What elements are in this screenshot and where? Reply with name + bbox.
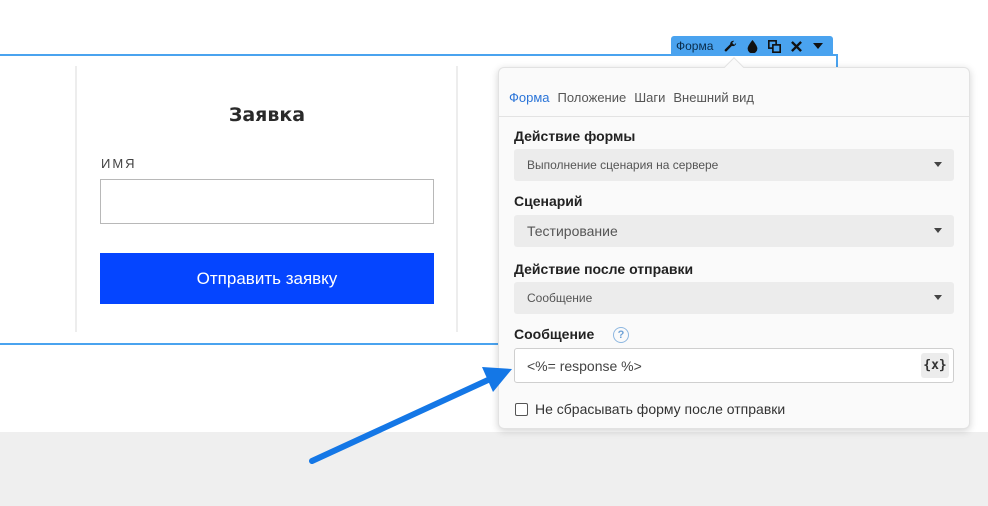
tab-position[interactable]: Положение <box>558 90 635 105</box>
block-selection-right-border <box>836 54 838 68</box>
after-submit-select[interactable]: Сообщение <box>514 282 954 314</box>
duplicate-icon[interactable] <box>763 36 785 56</box>
after-submit-value: Сообщение <box>527 291 593 305</box>
form-action-value: Выполнение сценария на сервере <box>527 158 719 172</box>
scenario-select[interactable]: Тестирование <box>514 215 954 247</box>
no-reset-label[interactable]: Не сбрасывать форму после отправки <box>535 401 785 417</box>
column-divider-right <box>456 66 458 332</box>
form-action-select[interactable]: Выполнение сценария на сервере <box>514 149 954 181</box>
form-title: Заявка <box>228 104 306 126</box>
form-action-label: Действие формы <box>514 128 636 144</box>
tab-appearance[interactable]: Внешний вид <box>673 90 762 105</box>
block-toolbar: Форма <box>671 36 834 56</box>
after-submit-label: Действие после отправки <box>514 261 694 277</box>
close-icon[interactable] <box>785 36 807 56</box>
wrench-icon[interactable] <box>719 36 741 56</box>
column-divider-left <box>75 66 77 332</box>
toolbar-label[interactable]: Форма <box>676 39 713 53</box>
drop-icon[interactable] <box>741 36 763 56</box>
message-value: <%= response %> <box>527 357 642 374</box>
settings-panel: Форма Положение Шаги Внешний вид Действи… <box>498 67 970 429</box>
panel-tabs: Форма Положение Шаги Внешний вид <box>509 90 762 105</box>
tabs-divider <box>499 116 969 117</box>
tab-steps[interactable]: Шаги <box>634 90 673 105</box>
name-field-label: ИМЯ <box>101 156 137 171</box>
caret-down-icon[interactable] <box>807 36 829 56</box>
chevron-down-icon <box>934 228 942 233</box>
insert-variable-button[interactable]: {x} <box>921 353 949 378</box>
scenario-value: Тестирование <box>527 223 618 239</box>
page-footer-band <box>0 432 988 506</box>
chevron-down-icon <box>934 295 942 300</box>
scenario-label: Сценарий <box>514 193 583 209</box>
chevron-down-icon <box>934 162 942 167</box>
message-input[interactable]: <%= response %> {x} <box>514 348 954 383</box>
message-label: Сообщение <box>514 326 595 342</box>
submit-request-button[interactable]: Отправить заявку <box>100 253 434 304</box>
tab-form[interactable]: Форма <box>509 90 558 105</box>
no-reset-checkbox[interactable] <box>515 403 528 416</box>
help-icon[interactable]: ? <box>613 327 629 343</box>
name-input[interactable] <box>100 179 434 224</box>
